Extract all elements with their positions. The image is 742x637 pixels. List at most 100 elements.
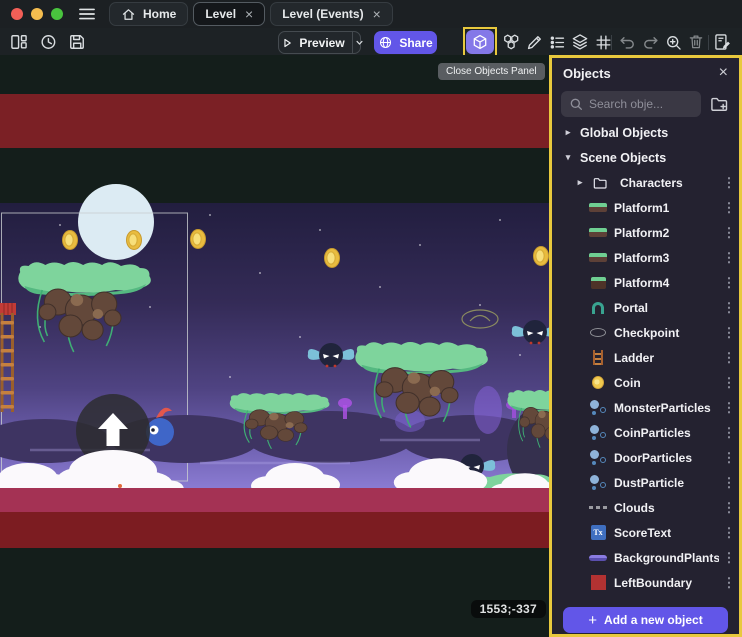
instances-list-button[interactable] — [546, 31, 568, 53]
checkpoint-icon — [588, 328, 608, 337]
new-folder-button[interactable] — [708, 93, 730, 115]
object-menu-button[interactable]: ⋮ — [719, 175, 739, 191]
crimson-band — [0, 488, 549, 512]
object-row-platform2[interactable]: Platform2 ⋮ — [552, 220, 739, 245]
preview-button[interactable]: Preview — [278, 31, 361, 54]
preview-options-chevron[interactable] — [352, 32, 366, 53]
add-new-object-button[interactable]: + Add a new object — [563, 607, 728, 633]
plus-icon: + — [588, 612, 597, 629]
object-row-portal[interactable]: Portal ⋮ — [552, 295, 739, 320]
object-menu-button[interactable]: ⋮ — [719, 450, 739, 466]
particles-icon — [588, 400, 608, 416]
object-row-platform1[interactable]: Platform1 ⋮ — [552, 195, 739, 220]
object-row-doorparticles[interactable]: DoorParticles ⋮ — [552, 445, 739, 470]
toolbar-separator — [611, 35, 612, 50]
tab-level-events[interactable]: Level (Events) × — [270, 2, 393, 26]
delete-button[interactable] — [685, 31, 707, 53]
object-menu-button[interactable]: ⋮ — [719, 375, 739, 391]
chevron-down-icon[interactable]: ▾ — [562, 152, 574, 163]
text-object-icon: Tx — [588, 525, 608, 540]
object-row-coin[interactable]: Coin ⋮ — [552, 370, 739, 395]
object-menu-button[interactable]: ⋮ — [719, 550, 739, 566]
object-row-scoretext[interactable]: Tx ScoreText ⋮ — [552, 520, 739, 545]
objects-panel-header: Objects × — [552, 58, 739, 88]
tab-bar: Home Level × Level (Events) × — [0, 0, 742, 28]
object-menu-button[interactable]: ⋮ — [719, 275, 739, 291]
folder-label: Characters — [620, 176, 715, 190]
cursor-coordinates-badge: 1553;-337 — [471, 600, 546, 618]
chevron-right-icon[interactable]: ▸ — [562, 127, 574, 138]
objects-panel-close-icon[interactable]: × — [719, 65, 728, 81]
object-row-platform3[interactable]: Platform3 ⋮ — [552, 245, 739, 270]
globe-icon — [378, 35, 393, 50]
tab-level-close-icon[interactable]: × — [245, 7, 253, 21]
object-row-checkpoint[interactable]: Checkpoint ⋮ — [552, 320, 739, 345]
objects-panel-toggle-button[interactable] — [466, 30, 494, 54]
zoom-window-button[interactable] — [51, 8, 63, 20]
platform-thumbnail-icon — [588, 253, 608, 262]
gdevelop-window: Home Level × Level (Events) × — [0, 0, 742, 637]
moon[interactable] — [78, 184, 154, 260]
tree-section-global-objects[interactable]: ▸ Global Objects — [552, 120, 739, 145]
play-icon — [280, 36, 294, 50]
hamburger-menu-icon[interactable] — [76, 3, 98, 25]
top-boundary-band[interactable] — [0, 94, 549, 148]
tab-home-label: Home — [143, 7, 176, 21]
search-box[interactable] — [561, 91, 701, 117]
object-menu-button[interactable]: ⋮ — [719, 325, 739, 341]
object-row-platform4[interactable]: Platform4 ⋮ — [552, 270, 739, 295]
share-button[interactable]: Share — [374, 31, 437, 54]
dashes-icon — [588, 506, 608, 509]
redo-button[interactable] — [639, 31, 661, 53]
platform-thumbnail-icon — [588, 277, 608, 289]
history-button[interactable] — [37, 31, 59, 53]
layers-button[interactable] — [569, 31, 591, 53]
objects-panel: Objects × ▸ Global Objects ▾ Scene Objec… — [549, 55, 742, 637]
object-menu-button[interactable]: ⋮ — [719, 200, 739, 216]
minimize-window-button[interactable] — [31, 8, 43, 20]
object-row-coinparticles[interactable]: CoinParticles ⋮ — [552, 420, 739, 445]
object-folder-characters[interactable]: ▸ Characters ⋮ — [552, 170, 739, 195]
save-button[interactable] — [66, 31, 88, 53]
tab-level[interactable]: Level × — [193, 2, 265, 26]
undo-button[interactable] — [616, 31, 638, 53]
object-menu-button[interactable]: ⋮ — [719, 400, 739, 416]
portal-icon — [588, 302, 608, 314]
object-row-clouds[interactable]: Clouds ⋮ — [552, 495, 739, 520]
tab-level-label: Level — [205, 7, 236, 21]
tree-section-scene-objects[interactable]: ▾ Scene Objects — [552, 145, 739, 170]
object-menu-button[interactable]: ⋮ — [719, 500, 739, 516]
object-menu-button[interactable]: ⋮ — [719, 300, 739, 316]
object-menu-button[interactable]: ⋮ — [719, 250, 739, 266]
object-menu-button[interactable]: ⋮ — [719, 525, 739, 541]
object-menu-button[interactable]: ⋮ — [719, 425, 739, 441]
particles-icon — [588, 425, 608, 441]
project-manager-button[interactable] — [8, 31, 30, 53]
edit-scene-properties-button[interactable] — [712, 31, 734, 53]
object-menu-button[interactable]: ⋮ — [719, 225, 739, 241]
object-row-leftboundary[interactable]: LeftBoundary ⋮ — [552, 570, 739, 595]
particles-icon — [588, 450, 608, 466]
search-icon — [568, 96, 584, 117]
preview-button-label: Preview — [299, 36, 344, 50]
object-row-ladder[interactable]: Ladder ⋮ — [552, 345, 739, 370]
chevron-right-icon[interactable]: ▸ — [574, 177, 586, 188]
tab-level-events-close-icon[interactable]: × — [373, 7, 381, 21]
object-row-backgroundplants[interactable]: BackgroundPlants ⋮ — [552, 545, 739, 570]
close-objects-panel-tooltip: Close Objects Panel — [438, 63, 545, 80]
object-menu-button[interactable]: ⋮ — [719, 475, 739, 491]
chevron-down-icon — [353, 36, 366, 49]
edit-pencil-button[interactable] — [523, 31, 545, 53]
cube-icon — [471, 33, 489, 51]
zoom-in-button[interactable] — [662, 31, 684, 53]
tab-home[interactable]: Home — [109, 2, 188, 26]
object-row-monsterparticles[interactable]: MonsterParticles ⋮ — [552, 395, 739, 420]
object-menu-button[interactable]: ⋮ — [719, 350, 739, 366]
close-window-button[interactable] — [11, 8, 23, 20]
particles-icon — [588, 475, 608, 491]
object-groups-button[interactable] — [500, 31, 522, 53]
object-menu-button[interactable]: ⋮ — [719, 575, 739, 591]
scene-editor-canvas[interactable]: 1553;-337 — [0, 55, 549, 637]
object-row-dustparticle[interactable]: DustParticle ⋮ — [552, 470, 739, 495]
platform-thumbnail-icon — [588, 228, 608, 237]
